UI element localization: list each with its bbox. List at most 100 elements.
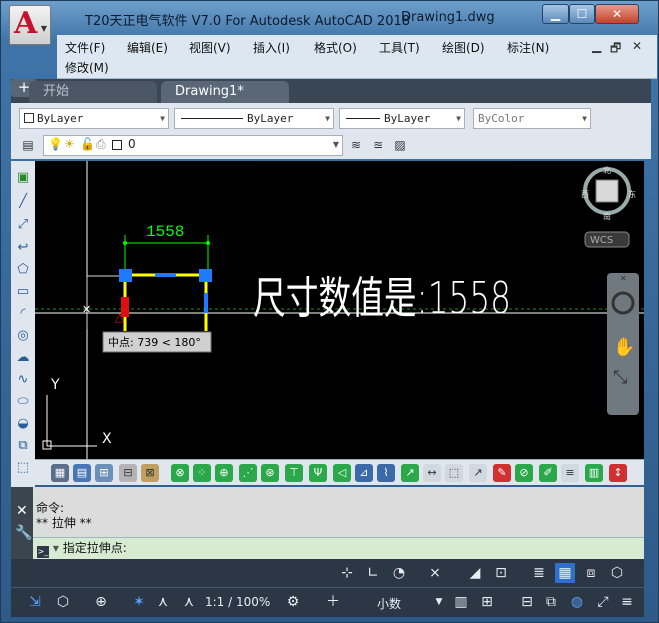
application-menu-button[interactable]: A ▼ bbox=[9, 5, 51, 45]
tool-icon[interactable]: ⬚ bbox=[445, 464, 463, 482]
scale-readout[interactable]: 1:1 / 100% bbox=[205, 595, 270, 609]
line-icon[interactable]: ╱ bbox=[14, 193, 32, 211]
ucs-icon[interactable]: ⇲ bbox=[25, 592, 45, 612]
tool-icon[interactable]: ⁘ bbox=[193, 464, 211, 482]
wrench-icon[interactable]: 🔧 bbox=[15, 525, 32, 541]
save-icon[interactable]: ▤ bbox=[73, 464, 91, 482]
tool-icon[interactable]: ▥ bbox=[585, 464, 603, 482]
gear-icon[interactable]: ⚙ bbox=[283, 592, 303, 612]
lineweight-dropdown[interactable]: ByLayer ▼ bbox=[339, 108, 465, 129]
tool-icon[interactable]: ⊟ bbox=[119, 464, 137, 482]
annotation-monitor-icon[interactable]: ▦ bbox=[555, 563, 575, 583]
tool-icon[interactable]: ▦ bbox=[51, 464, 69, 482]
quick-properties-icon[interactable]: ⬡ bbox=[607, 563, 627, 583]
revision-cloud-icon[interactable]: ☁ bbox=[14, 349, 32, 367]
command-line[interactable]: >_ ▾ 指定拉伸点: bbox=[33, 537, 644, 559]
menu-modify[interactable]: 修改(M) bbox=[65, 59, 109, 76]
workspace-icon[interactable]: ◍ bbox=[567, 592, 587, 612]
menu-view[interactable]: 视图(V) bbox=[189, 39, 231, 56]
tab-start[interactable]: 开始 bbox=[29, 81, 157, 103]
select-icon[interactable]: ▣ bbox=[14, 169, 32, 187]
rectangle-icon[interactable]: ▭ bbox=[14, 283, 32, 301]
linetype-dropdown[interactable]: ByLayer ▼ bbox=[174, 108, 334, 129]
isolate-icon[interactable]: ⊞ bbox=[477, 592, 497, 612]
layer-match-icon[interactable]: ▨ bbox=[391, 136, 409, 154]
make-current-layer-icon[interactable]: ≋ bbox=[347, 136, 365, 154]
plotstyle-dropdown[interactable]: ByColor ▼ bbox=[473, 108, 591, 129]
clean-screen-icon[interactable]: ⧉ bbox=[541, 592, 561, 612]
calculator-icon[interactable]: ▥ bbox=[451, 592, 471, 612]
zoom-extents-icon[interactable]: ⤡ bbox=[613, 367, 627, 388]
doc-minimize-icon[interactable]: ▁ bbox=[592, 39, 601, 53]
lineweight-icon[interactable]: ◢ bbox=[465, 563, 485, 583]
ellipse-icon[interactable]: ⬭ bbox=[14, 393, 32, 411]
fullscreen-icon[interactable]: ⤢ bbox=[593, 592, 613, 612]
ellipse-arc-icon[interactable]: ◒ bbox=[14, 415, 32, 433]
corner-grip-right[interactable] bbox=[199, 269, 212, 282]
close-icon[interactable]: ✕ bbox=[16, 503, 28, 519]
tool-icon[interactable]: ↕ bbox=[609, 464, 627, 482]
chevron-down-icon[interactable]: ▾ bbox=[53, 541, 59, 555]
transparency-icon[interactable]: ⊡ bbox=[491, 563, 511, 583]
menu-format[interactable]: 格式(O) bbox=[314, 39, 357, 56]
menu-edit[interactable]: 编辑(E) bbox=[127, 39, 168, 56]
make-block-icon[interactable]: ⬚ bbox=[14, 459, 32, 477]
menu-icon[interactable]: ≡ bbox=[617, 592, 637, 612]
polar-icon[interactable]: ◔ bbox=[389, 563, 409, 583]
tool-icon[interactable]: ⊠ bbox=[141, 464, 159, 482]
corner-grip-left[interactable] bbox=[119, 269, 132, 282]
tool-icon[interactable]: ↔ bbox=[423, 464, 441, 482]
tool-icon[interactable]: ⊕ bbox=[215, 464, 233, 482]
annotation-scale-icon[interactable]: ⋏ bbox=[179, 592, 199, 612]
tool-icon[interactable]: ⋰ bbox=[239, 464, 257, 482]
polygon-icon[interactable]: ⬠ bbox=[14, 261, 32, 279]
units-icon[interactable]: ⧈ bbox=[581, 563, 601, 583]
layer-previous-icon[interactable]: ≊ bbox=[369, 136, 387, 154]
ortho-icon[interactable]: ∟ bbox=[363, 563, 383, 583]
tool-icon[interactable]: ↗ bbox=[469, 464, 487, 482]
tool-icon[interactable]: ⊞ bbox=[95, 464, 113, 482]
spline-icon[interactable]: ∿ bbox=[14, 371, 32, 389]
tool-icon[interactable]: ⊘ bbox=[515, 464, 533, 482]
tool-icon[interactable]: ≡ bbox=[561, 464, 579, 482]
tool-icon[interactable]: ⌇ bbox=[377, 464, 395, 482]
osnap-icon[interactable]: ⨯ bbox=[425, 563, 445, 583]
tracking-icon[interactable]: ⊹ bbox=[337, 563, 357, 583]
tool-icon[interactable]: ⊗ bbox=[171, 464, 189, 482]
layer-dropdown[interactable]: 💡 ☀ 🔓 ⎙ 0 ▼ bbox=[43, 135, 343, 156]
menu-tools[interactable]: 工具(T) bbox=[379, 39, 420, 56]
drawing-canvas[interactable]: ✕ 1558 △ 尺寸数值是:1558 中点: 739 < 180° Y X 北… bbox=[35, 161, 644, 459]
gizmo-icon[interactable]: ⊕ bbox=[91, 592, 111, 612]
tool-icon[interactable]: Ψ bbox=[309, 464, 327, 482]
chevron-down-icon[interactable]: ▼ bbox=[429, 592, 449, 612]
viewcube-face[interactable] bbox=[595, 179, 619, 203]
polyline-icon[interactable]: ↩ bbox=[14, 239, 32, 257]
menu-file[interactable]: 文件(F) bbox=[65, 39, 105, 56]
menu-insert[interactable]: 插入(I) bbox=[253, 39, 290, 56]
tool-icon[interactable]: ⊛ bbox=[261, 464, 279, 482]
selection-cycling-icon[interactable]: ≣ bbox=[529, 563, 549, 583]
plus-icon[interactable]: ＋ bbox=[323, 592, 343, 612]
tab-drawing1[interactable]: Drawing1* bbox=[161, 81, 289, 103]
maximize-button[interactable]: ☐ bbox=[569, 4, 595, 24]
pan-icon[interactable]: ✋ bbox=[613, 336, 635, 358]
doc-close-icon[interactable]: ✕ bbox=[632, 39, 642, 53]
hardware-acceleration-icon[interactable]: ⊟ bbox=[517, 592, 537, 612]
annotation-visibility-icon[interactable]: ✶ bbox=[129, 592, 149, 612]
tool-icon[interactable]: ✐ bbox=[539, 464, 557, 482]
tool-icon[interactable]: ✎ bbox=[493, 464, 511, 482]
units-dropdown[interactable]: 小数 bbox=[377, 595, 401, 612]
tool-icon[interactable]: ◁ bbox=[333, 464, 351, 482]
close-icon[interactable]: ✕ bbox=[620, 274, 627, 283]
layer-properties-icon[interactable]: ▤ bbox=[19, 136, 37, 154]
isometric-icon[interactable]: ⬡ bbox=[53, 592, 73, 612]
construction-line-icon[interactable]: ⤢ bbox=[14, 216, 32, 234]
auto-scale-icon[interactable]: ⋏ bbox=[153, 592, 173, 612]
doc-restore-icon[interactable]: 🗗 bbox=[610, 39, 621, 60]
close-button[interactable]: ✕ bbox=[595, 4, 639, 24]
tool-icon[interactable]: ⊤ bbox=[285, 464, 303, 482]
insert-block-icon[interactable]: ⧉ bbox=[14, 437, 32, 455]
menu-dimension[interactable]: 标注(N) bbox=[507, 39, 549, 56]
arc-icon[interactable]: ◜ bbox=[14, 305, 32, 323]
minimize-button[interactable]: ▁ bbox=[542, 4, 569, 24]
